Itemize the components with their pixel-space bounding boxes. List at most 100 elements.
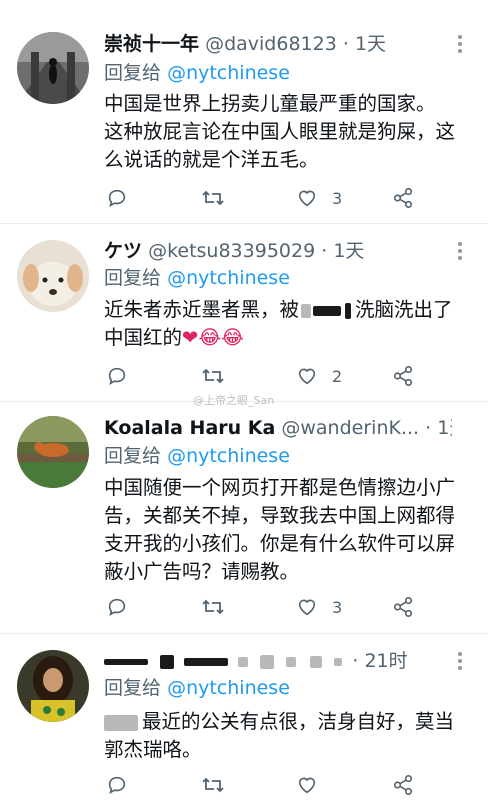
share-icon <box>393 597 413 617</box>
tweet-text-line: 郭杰瑞咯。 <box>104 738 202 761</box>
tweet-text-fragment: 近朱者赤近墨者黑，被 <box>104 298 300 321</box>
tweet-text-fragment: 中国红的 <box>104 326 183 349</box>
display-name[interactable]: 崇祯十一年 <box>104 33 199 55</box>
tweet-text-line: 蔽小广告吗？请赐教。 <box>104 560 300 583</box>
heart-icon <box>298 599 316 616</box>
heart-icon <box>298 368 316 385</box>
censored-name <box>104 658 148 665</box>
tweet[interactable]: Koalala Haru Ka @wanderinK... · 1天 回复给 @… <box>0 402 488 634</box>
like-button[interactable]: 2 <box>296 361 342 391</box>
tweet-actions <box>106 770 426 800</box>
tweet-text-line: 最近的公关有点很，洁身自好，莫当 <box>104 708 466 736</box>
tweet-text-line: 近朱者赤近墨者黑，被 洗脑洗出了 <box>104 296 466 324</box>
tweet-actions: 3 <box>106 183 426 213</box>
separator-dot: · <box>425 417 432 439</box>
reply-icon <box>108 776 126 794</box>
tweet-actions: 3 <box>106 592 426 622</box>
censored-handle <box>286 656 297 667</box>
tweet-text-line: 这种放屁言论在中国人眼里就是狗屎，这 <box>104 120 456 143</box>
censored-handle <box>238 656 249 667</box>
reply-to-mention[interactable]: @nytchinese <box>167 267 290 289</box>
heart-icon <box>298 777 316 794</box>
share-button[interactable] <box>392 592 414 622</box>
timestamp[interactable]: 1天 <box>355 33 386 55</box>
censored-name <box>160 654 175 669</box>
user-handle[interactable]: @david68123 <box>205 33 337 55</box>
censored-text <box>301 303 312 318</box>
timestamp[interactable]: 1天 <box>333 240 364 262</box>
like-count: 2 <box>332 366 343 386</box>
censored-text <box>104 714 138 731</box>
avatar[interactable] <box>17 32 89 104</box>
share-button[interactable] <box>392 361 414 391</box>
display-name[interactable]: ケツ <box>104 240 142 262</box>
tweet-actions: 2 <box>106 361 426 391</box>
reply-label: 回复给 <box>104 267 162 289</box>
retweet-button[interactable] <box>201 770 239 800</box>
separator-dot: · <box>352 650 359 672</box>
emoji-group: ❤😂😂 <box>182 326 244 349</box>
share-icon <box>393 188 413 208</box>
tweet-text-line: 支开我的小孩们。你是有什么软件可以屏 <box>104 532 456 555</box>
retweet-button[interactable] <box>201 592 239 622</box>
like-button[interactable] <box>296 770 332 800</box>
retweet-icon <box>202 599 224 615</box>
separator-dot: · <box>342 33 349 55</box>
censored-handle <box>260 654 275 669</box>
censored-name <box>184 657 229 666</box>
reply-to-mention[interactable]: @nytchinese <box>167 677 290 699</box>
timestamp[interactable]: 1天 <box>437 417 452 439</box>
tweet-text: 中国是世界上拐卖儿童最严重的国家。 这种放屁言论在中国人眼里就是狗屎，这 么说话… <box>104 90 466 174</box>
tweet-text-line: 中国是世界上拐卖儿童最严重的国家。 <box>104 92 436 115</box>
share-button[interactable] <box>392 183 414 213</box>
tweet-text: 中国随便一个网页打开都是色情擦边小广 告，关都关不掉，导致我去中国上网都得 支开… <box>104 474 466 586</box>
tweet-text: 近朱者赤近墨者黑，被 洗脑洗出了 中国红的❤😂😂 <box>104 296 466 352</box>
more-icon[interactable] <box>452 649 468 673</box>
timestamp[interactable]: 21时 <box>364 650 407 672</box>
avatar[interactable] <box>17 240 89 312</box>
display-name[interactable]: Koalala Haru Ka <box>104 417 275 439</box>
reply-to-mention[interactable]: @nytchinese <box>167 445 290 467</box>
separator-dot: · <box>321 240 328 262</box>
retweet-icon <box>202 190 224 206</box>
reply-button[interactable] <box>106 361 142 391</box>
heart-icon <box>298 190 316 207</box>
share-button[interactable] <box>392 770 414 800</box>
share-icon <box>393 366 413 386</box>
tweet[interactable]: · 21时 回复给 @nytchinese 最近的公关有点很，洁身自好，莫当 郭… <box>0 634 488 800</box>
share-icon <box>393 775 413 795</box>
tweet-text-fragment: 洗脑洗出了 <box>355 298 453 321</box>
tweet-text-line: 中国红的❤😂😂 <box>104 324 466 352</box>
like-button[interactable]: 3 <box>296 592 342 622</box>
like-count: 3 <box>332 597 343 617</box>
censored-text <box>313 305 342 316</box>
avatar[interactable] <box>17 650 89 722</box>
reply-label: 回复给 <box>104 445 162 467</box>
reply-label: 回复给 <box>104 62 162 84</box>
retweet-button[interactable] <box>201 183 239 213</box>
tweet[interactable]: ケツ @ketsu83395029 · 1天 回复给 @nytchinese 近… <box>0 224 488 402</box>
like-button[interactable]: 3 <box>296 183 342 213</box>
reply-label: 回复给 <box>104 677 162 699</box>
tweet-text-line: 么说话的就是个洋五毛。 <box>104 148 319 171</box>
reply-button[interactable] <box>106 183 142 213</box>
reply-to-mention[interactable]: @nytchinese <box>167 62 290 84</box>
reply-icon <box>108 367 126 385</box>
reply-icon <box>108 189 126 207</box>
more-icon[interactable] <box>452 239 468 263</box>
reply-button[interactable] <box>106 592 142 622</box>
avatar[interactable] <box>17 416 89 488</box>
censored-handle <box>334 657 343 666</box>
like-count: 3 <box>332 188 343 208</box>
user-handle[interactable]: @wanderinK... <box>281 417 419 439</box>
reply-button[interactable] <box>106 770 142 800</box>
censored-text <box>345 302 352 319</box>
retweet-button[interactable] <box>201 361 239 391</box>
more-icon[interactable] <box>452 32 468 56</box>
tweet-text: 最近的公关有点很，洁身自好，莫当 郭杰瑞咯。 <box>104 708 466 764</box>
user-handle[interactable]: @ketsu83395029 <box>148 240 315 262</box>
tweet-text-fragment: 最近的公关有点很，洁身自好，莫当 <box>142 710 455 733</box>
censored-handle <box>310 655 323 668</box>
retweet-icon <box>202 368 224 384</box>
tweet[interactable]: 崇祯十一年 @david68123 · 1天 回复给 @nytchinese 中… <box>0 18 488 224</box>
